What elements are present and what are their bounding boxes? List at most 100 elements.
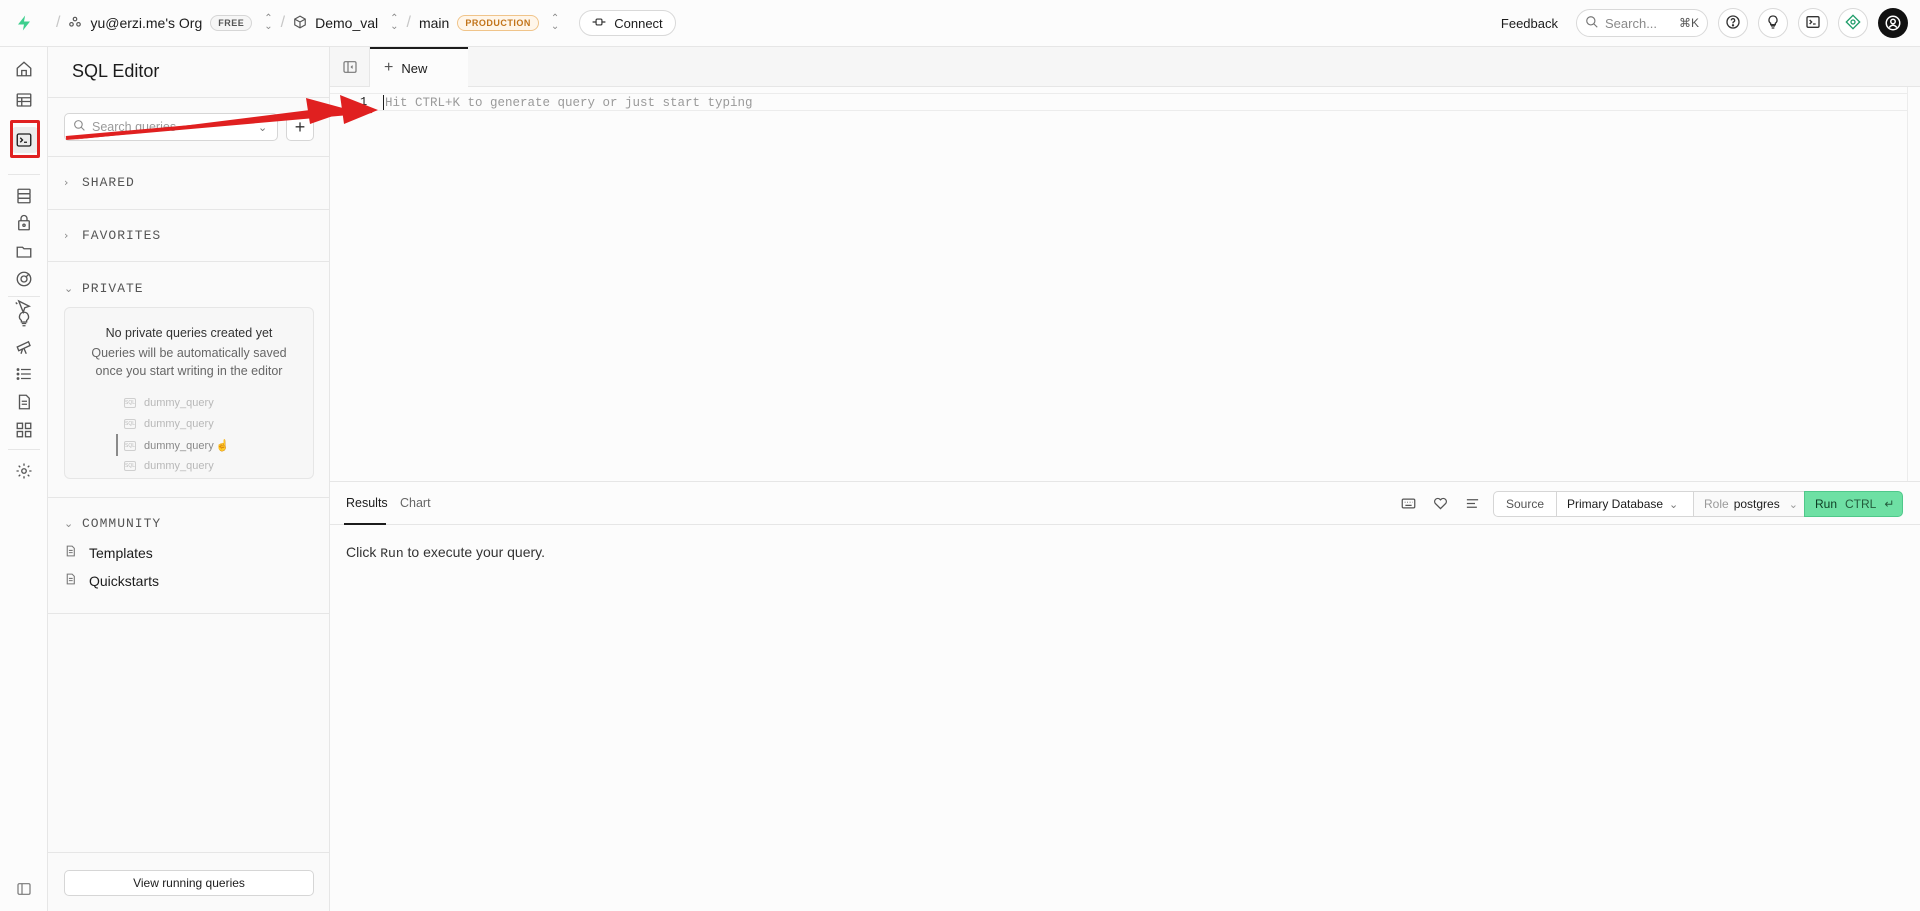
breadcrumb-separator: / [56,14,61,31]
chevron-down-icon[interactable]: ⌄ [258,121,267,134]
connect-label: Connect [614,15,663,31]
help-button[interactable] [1718,8,1748,38]
chevron-down-icon: ⌄ [64,282,75,295]
search-placeholder: Search... [1605,15,1658,31]
database-selector[interactable]: Primary Database ⌄ [1556,491,1694,517]
org-name: yu@erzi.me's Org [90,15,203,31]
message-run-keyword: Run [380,546,404,561]
community-item-label: Templates [89,544,153,561]
assistant-button[interactable] [1838,8,1868,38]
observability-icon[interactable] [12,335,36,359]
ai-assistant-icon [1845,13,1861,33]
hand-cursor-icon: ☝ [215,440,230,452]
dummy-query-item: SQL dummy_query [124,460,214,472]
collapse-sidebar-button[interactable] [330,47,370,87]
authentication-icon[interactable] [12,211,36,235]
sidebar-divider [48,613,330,614]
results-empty-message: Click Run to execute your query. [346,544,545,561]
section-community-label: COMMUNITY [82,516,162,531]
database-icon[interactable] [12,184,36,208]
sql-file-icon: SQL [124,461,136,471]
plus-icon: + [384,59,394,76]
search-queries-input[interactable] [92,120,252,134]
chevron-down-icon: ⌄ [1669,498,1679,511]
tab-chart[interactable]: Chart [400,496,431,510]
sidebar-divider [48,209,330,210]
dummy-query-item: SQL dummy_query [124,418,214,430]
community-item-templates[interactable]: Templates [64,544,153,561]
integrations-icon[interactable] [12,418,36,442]
panel-left-icon [342,61,357,73]
editor-line[interactable]: 1 Hit CTRL+K to generate query or just s… [330,93,1907,111]
sidebar-divider [48,852,330,853]
lightbulb-icon [1765,14,1781,33]
role-label: Role [1704,497,1729,511]
help-icon [1725,14,1741,33]
search-queries-field[interactable]: ⌄ [64,113,278,141]
edge-functions-icon[interactable] [12,267,36,291]
production-badge: PRODUCTION [457,15,539,31]
role-value: postgres [1733,497,1780,511]
tab-new[interactable]: + New [370,47,468,87]
project-selector[interactable]: Demo_val ⌃ ⌄ [293,14,399,32]
sql-file-icon: SQL [124,398,136,408]
table-editor-icon[interactable] [12,88,36,112]
editor-placeholder: Hit CTRL+K to generate query or just sta… [385,96,753,110]
section-shared[interactable]: › SHARED [64,175,135,190]
role-selector[interactable]: Role postgres ⌄ [1693,491,1805,517]
editor-tab-bar: + New [330,47,1920,87]
plan-badge: FREE [210,15,253,31]
feedback-button[interactable]: Feedback [1501,16,1558,31]
storage-icon[interactable] [12,239,36,263]
source-button[interactable]: Source [1493,491,1557,517]
sql-file-icon: SQL [124,440,136,451]
add-query-button[interactable]: + [286,113,314,141]
run-label: Run [1815,497,1838,511]
breadcrumb-separator: / [406,14,411,31]
home-icon[interactable] [12,57,36,81]
line-number: 1 [360,95,368,109]
sidebar-toggle-icon[interactable] [12,877,36,901]
top-bar: / yu@erzi.me's Org FREE ⌃ ⌄ / Demo_val ⌃ ⌄… [0,0,1920,47]
chevron-right-icon: › [64,176,70,189]
api-docs-icon[interactable] [12,390,36,414]
org-selector[interactable]: yu@erzi.me's Org FREE ⌃ ⌄ [68,14,273,32]
advisors-icon[interactable] [12,307,36,331]
heart-icon[interactable] [1432,495,1448,511]
sidebar-divider [48,97,330,98]
section-favorites[interactable]: › FAVORITES [64,228,161,243]
user-avatar[interactable] [1878,8,1908,38]
view-running-queries-button[interactable]: View running queries [64,870,314,896]
tab-results[interactable]: Results [346,496,388,510]
rail-divider-3 [8,449,40,450]
settings-icon[interactable] [12,459,36,483]
whats-new-button[interactable] [1758,8,1788,38]
branch-selector[interactable]: main PRODUCTION ⌃ ⌄ [419,14,559,32]
run-shortcut: CTRL [1845,497,1877,511]
terminal-icon [1805,14,1821,33]
sql-editor-shortcut-button[interactable] [1798,8,1828,38]
dummy-query-item: SQL dummy_query ☝ [124,439,230,452]
active-tab-underline [344,523,386,525]
search-shortcut: ⌘K [1678,16,1699,30]
enter-key-icon: ↵ [1884,497,1895,511]
connect-button[interactable]: Connect [579,10,676,36]
database-label: Primary Database [1567,497,1664,511]
rail-divider-2 [8,296,40,297]
supabase-logo-icon[interactable] [0,0,48,47]
keyboard-shortcuts-icon[interactable] [1400,495,1416,511]
run-button[interactable]: Run CTRL ↵ [1804,491,1903,517]
empty-state-description: Queries will be automatically saved once… [91,346,287,378]
section-private[interactable]: ⌄ PRIVATE [64,281,144,296]
text-cursor [383,95,384,110]
format-text-icon[interactable] [1464,495,1480,511]
section-community[interactable]: ⌄ COMMUNITY [64,516,161,531]
code-editor-pane: + New 1 Hit CTRL+K to generate query or … [330,47,1920,481]
community-item-quickstarts[interactable]: Quickstarts [64,572,159,589]
global-search[interactable]: Search... ⌘K [1576,9,1708,37]
community-item-label: Quickstarts [89,572,160,589]
annotation-highlight-box [10,120,40,158]
logs-icon[interactable] [12,362,36,386]
results-pane: Results Chart Source Primary Database ⌄ … [330,481,1920,911]
editor-scrollbar[interactable] [1907,87,1920,481]
